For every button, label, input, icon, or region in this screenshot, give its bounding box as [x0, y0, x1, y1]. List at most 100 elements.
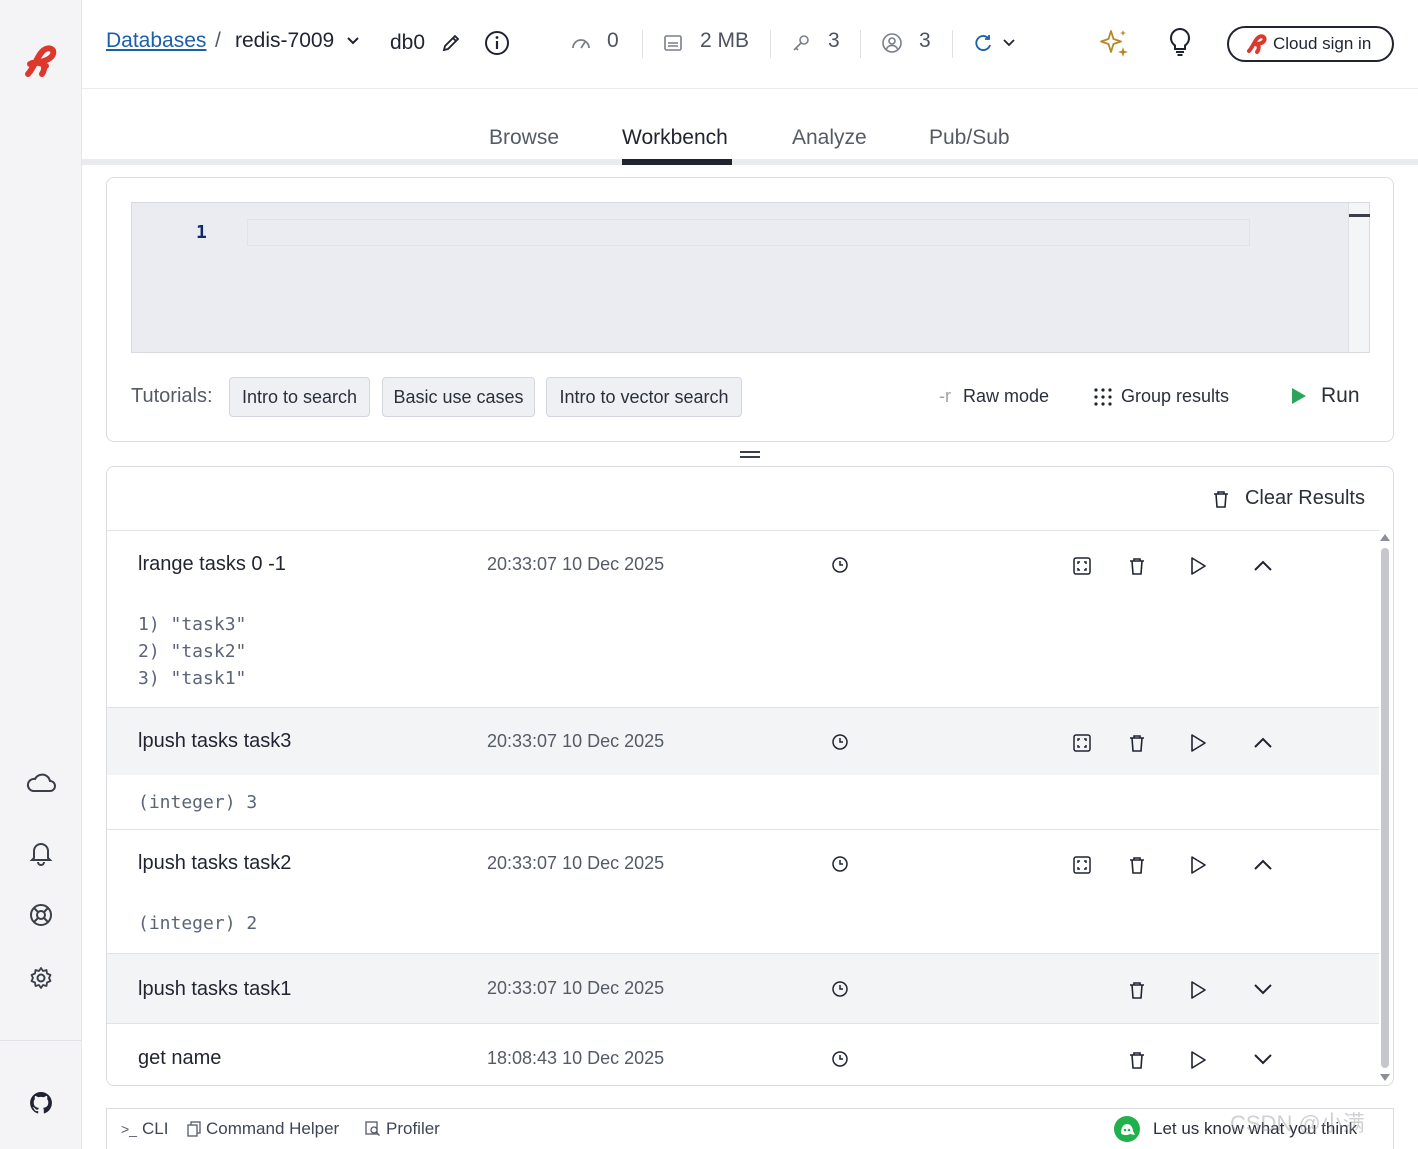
command-helper-button[interactable]: Command Helper — [187, 1119, 339, 1139]
delete-trash-icon[interactable] — [1126, 732, 1148, 754]
bell-icon[interactable] — [24, 836, 58, 870]
database-selector[interactable]: redis-7009 — [235, 29, 360, 53]
rerun-play-icon[interactable] — [1187, 555, 1209, 577]
editor-scrollbar[interactable] — [1348, 203, 1370, 352]
tab-workbench[interactable]: Workbench — [622, 126, 728, 150]
results-scrollbar[interactable] — [1377, 530, 1393, 1085]
collapse-chevron-up-icon[interactable] — [1252, 555, 1274, 577]
chevron-down-icon — [347, 37, 359, 45]
tutorial-intro-to-search-button[interactable]: Intro to search — [229, 377, 370, 417]
fullscreen-icon[interactable] — [1071, 555, 1093, 577]
scroll-down-arrow-icon[interactable] — [1380, 1074, 1390, 1081]
tutorial-basic-use-cases-button[interactable]: Basic use cases — [382, 377, 535, 417]
cloud-sign-in-button[interactable]: Cloud sign in — [1227, 26, 1394, 62]
results-panel: Clear Results lrange tasks 0 -1 20:33:07… — [106, 466, 1394, 1086]
play-icon — [1292, 388, 1306, 404]
collapse-chevron-up-icon[interactable] — [1252, 854, 1274, 876]
trash-icon — [1213, 490, 1228, 508]
tab-pubsub[interactable]: Pub/Sub — [929, 126, 1010, 150]
refresh-options-chevron-icon[interactable] — [994, 28, 1024, 58]
query-editor[interactable]: 1 — [131, 202, 1370, 353]
database-name: redis-7009 — [235, 29, 335, 52]
result-item: lpush tasks task3 20:33:07 10 Dec 2025 (… — [107, 708, 1379, 830]
edit-pencil-icon[interactable] — [436, 28, 466, 58]
profiler-search-icon — [365, 1121, 380, 1136]
expand-chevron-down-icon[interactable] — [1252, 978, 1274, 1000]
fullscreen-icon[interactable] — [1071, 854, 1093, 876]
profiler-button[interactable]: Profiler — [365, 1119, 440, 1139]
clear-results-button[interactable]: Clear Results — [1213, 487, 1365, 510]
scroll-up-arrow-icon[interactable] — [1380, 534, 1390, 541]
collapse-chevron-up-icon[interactable] — [1252, 732, 1274, 754]
result-header[interactable]: lpush tasks task3 20:33:07 10 Dec 2025 — [107, 708, 1379, 775]
panel-resize-handle[interactable] — [740, 451, 760, 458]
clock-icon — [832, 734, 848, 750]
keys-count-value: 3 — [828, 29, 840, 52]
result-timestamp: 20:33:07 10 Dec 2025 — [487, 554, 665, 574]
scrollbar-thumb[interactable] — [1381, 548, 1389, 1068]
group-results-toggle[interactable]: Group results — [1093, 386, 1229, 407]
profiler-label: Profiler — [386, 1119, 440, 1138]
main-tabs: Browse Workbench Analyze Pub/Sub — [82, 89, 1418, 166]
breadcrumb-separator: / — [215, 29, 221, 52]
help-lifebuoy-icon[interactable] — [24, 898, 58, 932]
lightbulb-insights-icon[interactable] — [1165, 27, 1195, 57]
stat-divider — [860, 30, 861, 58]
expand-chevron-down-icon[interactable] — [1252, 1048, 1274, 1070]
cloud-sign-in-label: Cloud sign in — [1273, 34, 1372, 53]
tab-analyze[interactable]: Analyze — [792, 126, 867, 150]
stat-divider — [952, 30, 953, 58]
delete-trash-icon[interactable] — [1126, 854, 1148, 876]
group-results-label: Group results — [1121, 386, 1230, 406]
ai-sparkle-icon[interactable] — [1096, 26, 1132, 62]
result-item: lpush tasks task1 20:33:07 10 Dec 2025 — [107, 954, 1379, 1024]
result-item: get name 18:08:43 10 Dec 2025 — [107, 1024, 1379, 1085]
active-tab-indicator — [622, 159, 732, 165]
document-copy-icon — [187, 1121, 201, 1137]
result-header[interactable]: lpush tasks task1 20:33:07 10 Dec 2025 — [107, 954, 1379, 1023]
result-timestamp: 20:33:07 10 Dec 2025 — [487, 731, 665, 751]
result-command: lpush tasks task3 — [138, 730, 292, 752]
delete-trash-icon[interactable] — [1126, 979, 1148, 1001]
cli-label: CLI — [141, 1119, 169, 1138]
raw-mode-label: Raw mode — [963, 386, 1050, 406]
csdn-watermark: CSDN @小满 — [1230, 1111, 1365, 1136]
user-clients-icon — [877, 28, 907, 58]
result-item: lpush tasks task2 20:33:07 10 Dec 2025 (… — [107, 830, 1379, 954]
rerun-play-icon[interactable] — [1187, 1049, 1209, 1071]
cli-button[interactable]: >_ CLI — [121, 1119, 168, 1139]
cloud-icon[interactable] — [24, 766, 58, 800]
result-header[interactable]: lpush tasks task2 20:33:07 10 Dec 2025 — [107, 830, 1379, 897]
tutorial-intro-to-vector-search-button[interactable]: Intro to vector search — [546, 377, 742, 417]
speedometer-icon — [566, 28, 596, 58]
rerun-play-icon[interactable] — [1187, 854, 1209, 876]
terminal-icon: >_ — [121, 1121, 137, 1137]
clock-icon — [832, 1051, 848, 1067]
result-command: lrange tasks 0 -1 — [138, 553, 286, 575]
clear-results-label: Clear Results — [1244, 487, 1365, 509]
stat-divider — [642, 30, 643, 58]
result-timestamp: 20:33:07 10 Dec 2025 — [487, 853, 665, 873]
memory-chip-icon — [658, 28, 688, 58]
info-icon[interactable] — [482, 28, 512, 58]
raw-mode-toggle[interactable]: -r Raw mode — [939, 386, 1049, 407]
result-header[interactable]: lrange tasks 0 -1 20:33:07 10 Dec 2025 — [107, 531, 1379, 598]
fullscreen-icon[interactable] — [1071, 732, 1093, 754]
result-header[interactable]: get name 18:08:43 10 Dec 2025 — [107, 1024, 1379, 1085]
clients-count-value: 3 — [919, 29, 931, 52]
settings-gear-icon[interactable] — [24, 961, 58, 995]
github-icon[interactable] — [24, 1086, 58, 1120]
delete-trash-icon[interactable] — [1126, 555, 1148, 577]
breadcrumb-databases-link[interactable]: Databases — [106, 29, 206, 53]
rerun-play-icon[interactable] — [1187, 979, 1209, 1001]
tab-browse[interactable]: Browse — [489, 126, 559, 150]
run-button[interactable]: Run — [1291, 384, 1360, 408]
current-line-highlight — [247, 219, 1250, 246]
rerun-play-icon[interactable] — [1187, 732, 1209, 754]
memory-value: 2 MB — [700, 29, 750, 52]
line-number: 1 — [196, 222, 207, 243]
run-label: Run — [1321, 384, 1360, 407]
result-item: lrange tasks 0 -1 20:33:07 10 Dec 2025 1… — [107, 531, 1379, 708]
redis-logo-icon[interactable] — [22, 44, 60, 80]
delete-trash-icon[interactable] — [1126, 1049, 1148, 1071]
